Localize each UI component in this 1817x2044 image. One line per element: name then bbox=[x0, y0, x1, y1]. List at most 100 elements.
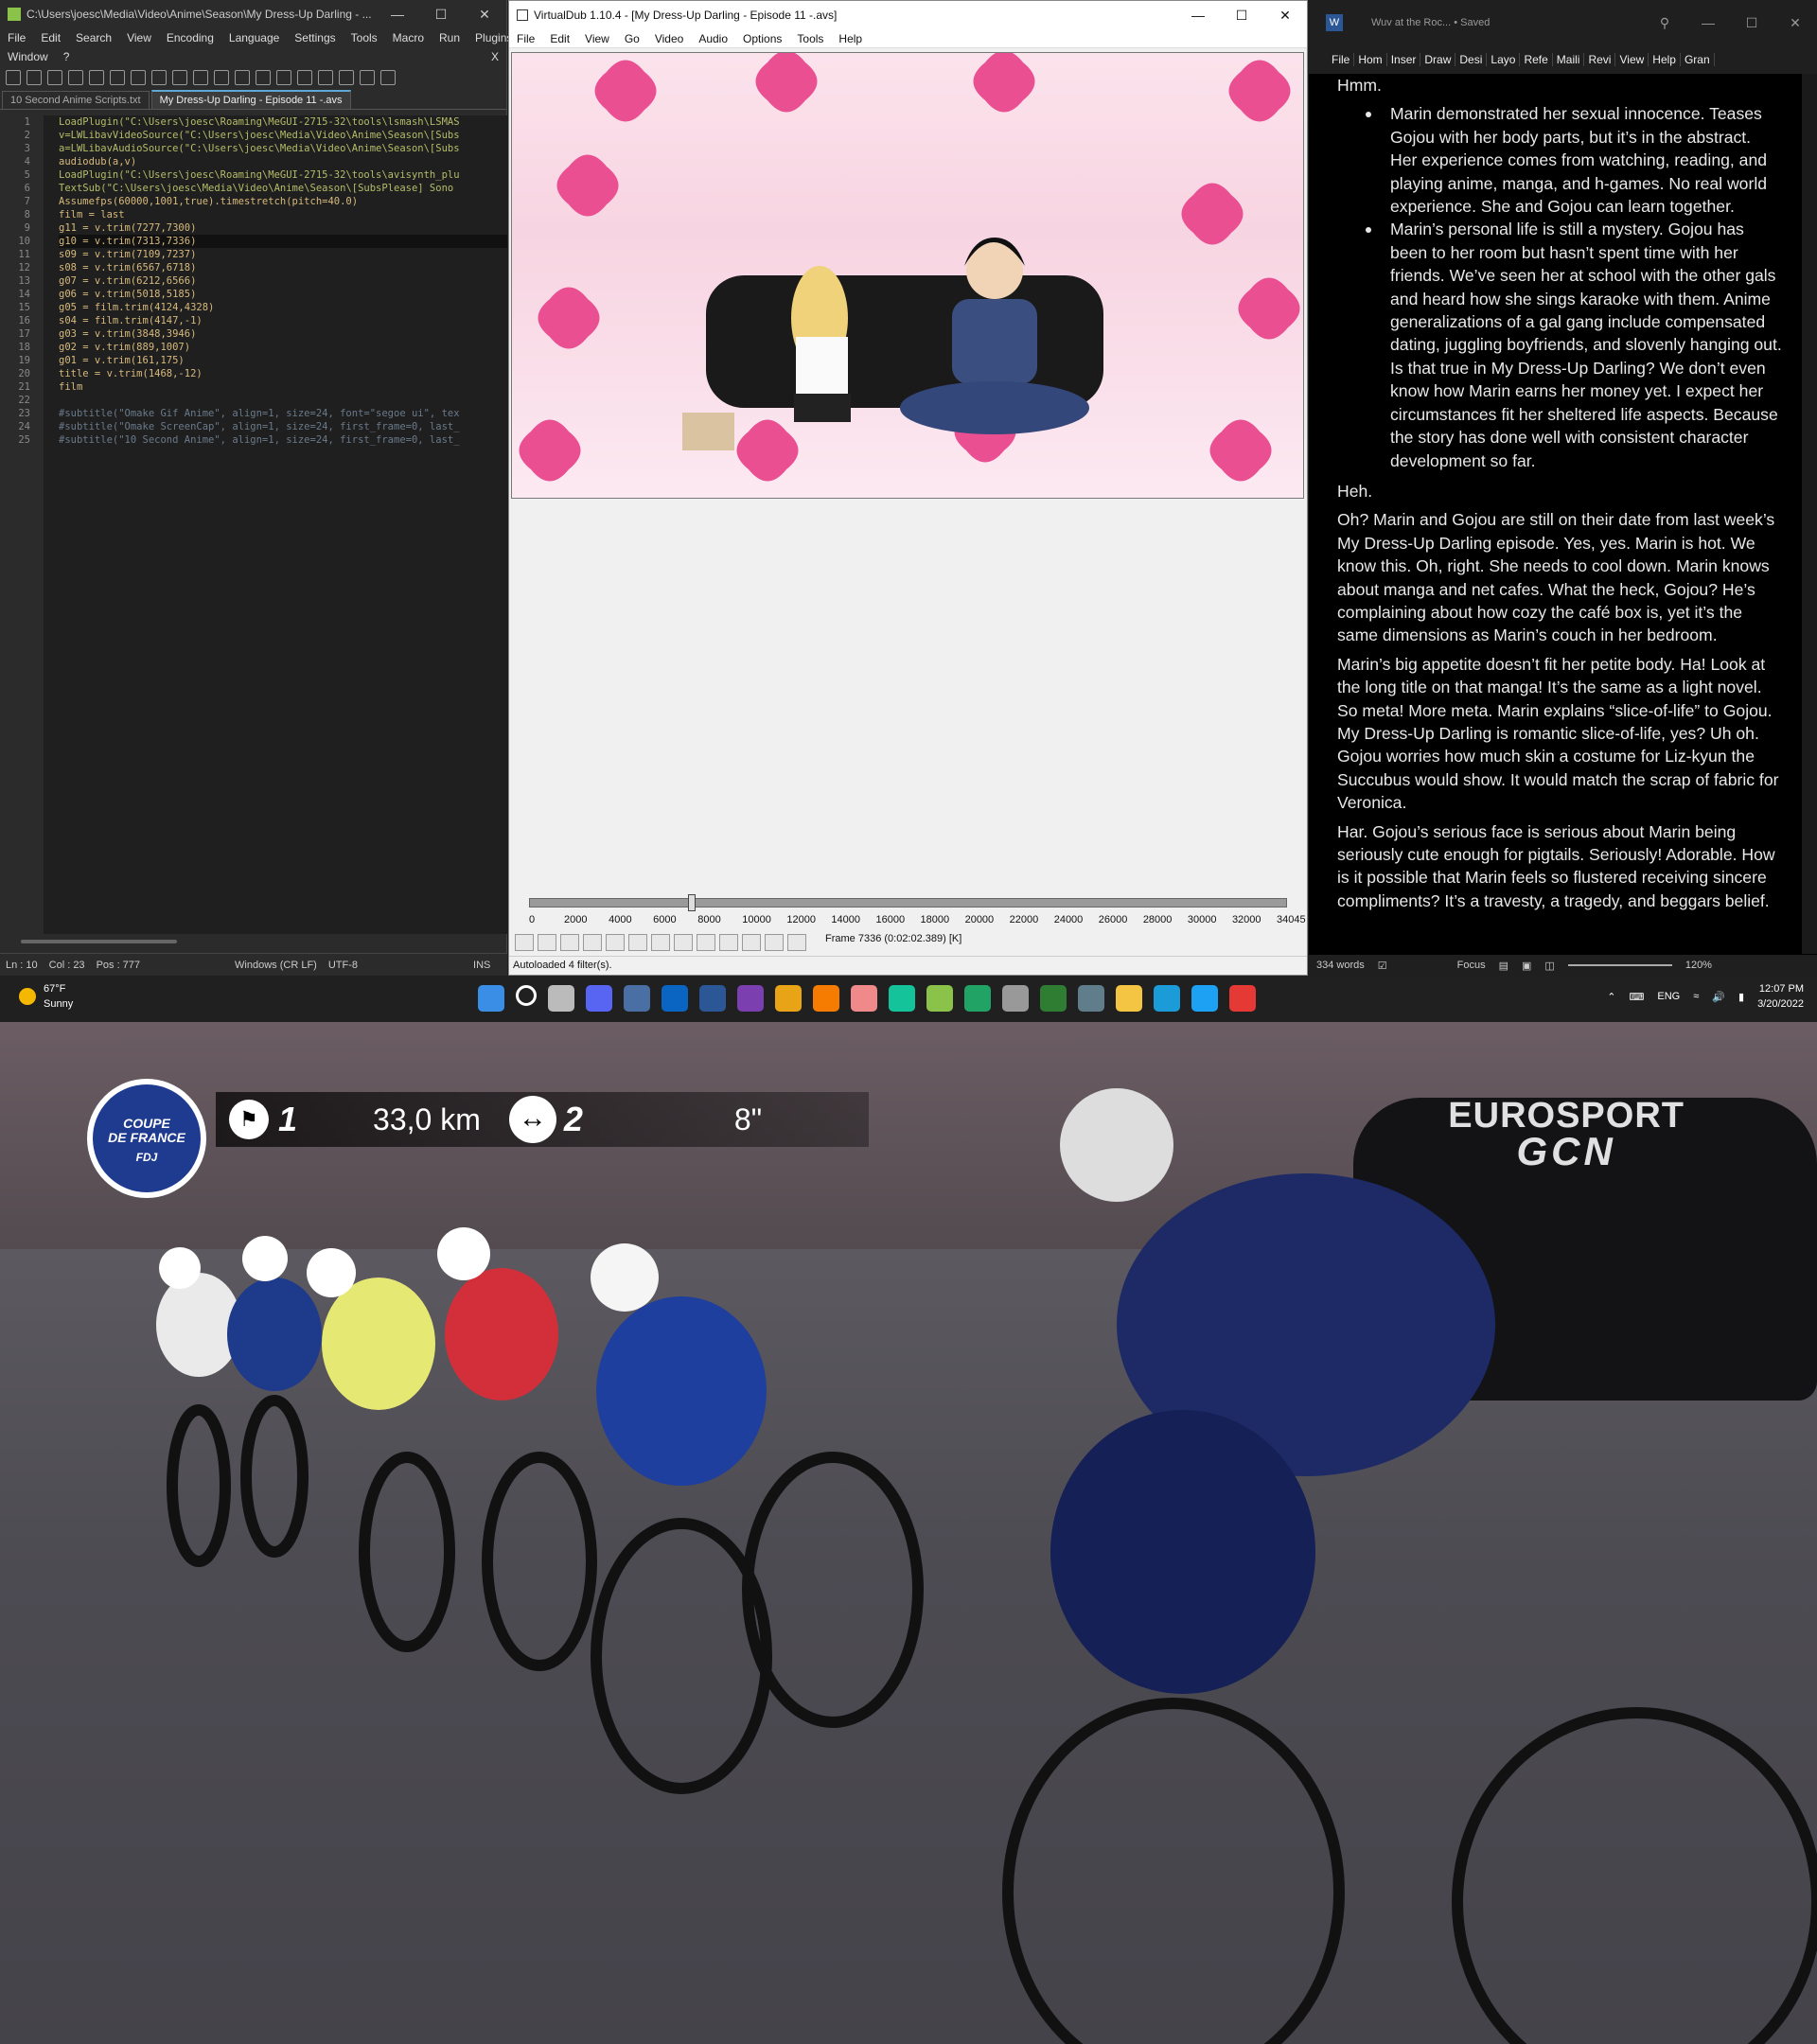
code-line[interactable]: g03 = v.trim(3848,3946) bbox=[59, 327, 507, 341]
timeline-position-slider[interactable] bbox=[688, 894, 697, 911]
menu-edit[interactable]: Edit bbox=[41, 31, 61, 44]
copy-icon[interactable] bbox=[172, 70, 187, 85]
menu-macro[interactable]: Macro bbox=[393, 31, 424, 44]
stop-icon[interactable] bbox=[515, 934, 534, 951]
ribbon-tab[interactable]: Layo bbox=[1487, 53, 1521, 66]
ribbon-tab[interactable]: Revi bbox=[1584, 53, 1616, 66]
volume-icon[interactable]: 🔊 bbox=[1712, 991, 1725, 1003]
save-all-icon[interactable] bbox=[68, 70, 83, 85]
wifi-icon[interactable]: ≈ bbox=[1693, 991, 1699, 1002]
avatar-app-icon[interactable] bbox=[851, 985, 877, 1012]
menu-edit[interactable]: Edit bbox=[550, 32, 570, 45]
code-line[interactable] bbox=[59, 394, 507, 407]
ribbon-tab[interactable]: Draw bbox=[1420, 53, 1456, 66]
menu-tools[interactable]: Tools bbox=[351, 31, 378, 44]
code-line[interactable]: s08 = v.trim(6567,6718) bbox=[59, 261, 507, 274]
task-view-icon[interactable] bbox=[548, 985, 574, 1012]
code-line[interactable]: #subtitle("Omake Gif Anime", align=1, si… bbox=[59, 407, 507, 420]
vertical-scrollbar[interactable] bbox=[1802, 74, 1817, 954]
print-layout-icon[interactable]: ▣ bbox=[1522, 960, 1531, 972]
zoom-in-icon[interactable] bbox=[297, 70, 312, 85]
word-wrap-icon[interactable] bbox=[360, 70, 375, 85]
code-line[interactable]: title = v.trim(1468,-12) bbox=[59, 367, 507, 380]
twitter-icon[interactable] bbox=[1191, 985, 1218, 1012]
code-line[interactable]: s09 = v.trim(7109,7237) bbox=[59, 248, 507, 261]
menu-view[interactable]: View bbox=[127, 31, 151, 44]
code-editor[interactable]: 1 2 3 4 5 6 7 8 9 10 11 12 13 14 15 16 17 18 19 20 21 22 23 24 2… bbox=[0, 115, 507, 934]
open-file-icon[interactable] bbox=[26, 70, 42, 85]
excel-green-icon[interactable] bbox=[964, 985, 991, 1012]
menu-options[interactable]: Options bbox=[743, 32, 782, 45]
find-icon[interactable] bbox=[256, 70, 271, 85]
tab-episode-avs[interactable]: My Dress-Up Darling - Episode 11 -.avs bbox=[150, 90, 351, 109]
mark-out-icon[interactable] bbox=[787, 934, 806, 951]
web-layout-icon[interactable]: ◫ bbox=[1544, 960, 1554, 972]
minimize-button[interactable]: — bbox=[376, 7, 419, 23]
menu-window[interactable]: Window bbox=[8, 50, 48, 63]
menu-go[interactable]: Go bbox=[625, 32, 640, 45]
language-indicator[interactable]: ENG bbox=[1657, 991, 1680, 1002]
save-icon[interactable] bbox=[47, 70, 62, 85]
word-icon[interactable] bbox=[699, 985, 726, 1012]
focus-mode-button[interactable]: Focus bbox=[1457, 960, 1486, 971]
menu-encoding[interactable]: Encoding bbox=[167, 31, 214, 44]
ribbon-tab[interactable]: File bbox=[1328, 53, 1355, 66]
show-all-chars-icon[interactable] bbox=[380, 70, 396, 85]
code-line[interactable]: Assumefps(60000,1001,true).timestretch(p… bbox=[59, 195, 507, 208]
menu-run[interactable]: Run bbox=[439, 31, 460, 44]
menu-tools[interactable]: Tools bbox=[797, 32, 823, 45]
gcn-icon[interactable] bbox=[1229, 985, 1256, 1012]
maximize-button[interactable]: ☐ bbox=[419, 7, 463, 23]
onenote-icon[interactable] bbox=[737, 985, 764, 1012]
go-start-icon[interactable] bbox=[583, 934, 602, 951]
zoom-out-icon[interactable] bbox=[318, 70, 333, 85]
tab-anime-scripts[interactable]: 10 Second Anime Scripts.txt bbox=[2, 91, 150, 109]
maximize-button[interactable]: ☐ bbox=[1220, 8, 1263, 24]
search-icon[interactable] bbox=[516, 985, 537, 1006]
ribbon-tab[interactable]: Desi bbox=[1455, 53, 1488, 66]
zoom-slider[interactable] bbox=[1567, 964, 1672, 966]
horizontal-scrollbar[interactable] bbox=[21, 940, 177, 943]
keyboard-icon[interactable]: ⌨ bbox=[1630, 991, 1645, 1003]
code-line[interactable]: TextSub("C:\Users\joesc\Media\Video\Anim… bbox=[59, 182, 507, 195]
code-line[interactable]: g01 = v.trim(161,175) bbox=[59, 354, 507, 367]
print-icon[interactable] bbox=[131, 70, 146, 85]
ribbon-tab[interactable]: Maili bbox=[1553, 53, 1585, 66]
paste-icon[interactable] bbox=[193, 70, 208, 85]
code-line[interactable]: g10 = v.trim(7313,7336) bbox=[59, 235, 507, 248]
code-line[interactable]: LoadPlugin("C:\Users\joesc\Roaming\MeGUI… bbox=[59, 115, 507, 129]
ribbon-tab[interactable]: Gran bbox=[1681, 53, 1715, 66]
document-body[interactable]: Hmm. Marin demonstrated her sexual innoc… bbox=[1309, 74, 1801, 954]
undo-icon[interactable] bbox=[214, 70, 229, 85]
next-keyframe-icon[interactable] bbox=[697, 934, 715, 951]
play-input-icon[interactable] bbox=[538, 934, 556, 951]
battery-icon[interactable]: ▮ bbox=[1738, 991, 1744, 1003]
virtualdub-titlebar[interactable]: VirtualDub 1.10.4 - [My Dress-Up Darling… bbox=[509, 1, 1307, 29]
virtualdub-icon[interactable] bbox=[1002, 985, 1029, 1012]
code-line[interactable]: film = last bbox=[59, 208, 507, 221]
menu-view[interactable]: View bbox=[585, 32, 609, 45]
file-manager-icon[interactable] bbox=[1040, 985, 1067, 1012]
menu-help[interactable]: Help bbox=[838, 32, 862, 45]
menu-audio[interactable]: Audio bbox=[698, 32, 728, 45]
code-line[interactable]: g11 = v.trim(7277,7300) bbox=[59, 221, 507, 235]
word-titlebar[interactable]: W Wuv at the Roc... • Saved ⚲ — ☐ ✕ bbox=[1309, 0, 1817, 45]
code-line[interactable]: #subtitle("10 Second Anime", align=1, si… bbox=[59, 433, 507, 447]
new-file-icon[interactable] bbox=[6, 70, 21, 85]
replace-icon[interactable] bbox=[276, 70, 291, 85]
search-icon[interactable]: ⚲ bbox=[1643, 15, 1686, 31]
mark-in-icon[interactable] bbox=[765, 934, 784, 951]
close-all-icon[interactable] bbox=[110, 70, 125, 85]
edge-icon[interactable] bbox=[1154, 985, 1180, 1012]
cut-icon[interactable] bbox=[151, 70, 167, 85]
code-line[interactable]: v=LWLibavVideoSource("C:\Users\joesc\Med… bbox=[59, 129, 507, 142]
close-button[interactable]: ✕ bbox=[1263, 8, 1307, 24]
go-end-icon[interactable] bbox=[651, 934, 670, 951]
code-area[interactable]: LoadPlugin("C:\Users\joesc\Roaming\MeGUI… bbox=[44, 115, 507, 934]
windows-start-icon[interactable] bbox=[478, 985, 504, 1012]
menu-language[interactable]: Language bbox=[229, 31, 279, 44]
menu-file[interactable]: File bbox=[517, 32, 535, 45]
grammarly-icon[interactable] bbox=[889, 985, 915, 1012]
notepadpp-titlebar[interactable]: C:\Users\joesc\Media\Video\Anime\Season\… bbox=[0, 0, 506, 28]
prev-keyframe-icon[interactable] bbox=[674, 934, 693, 951]
